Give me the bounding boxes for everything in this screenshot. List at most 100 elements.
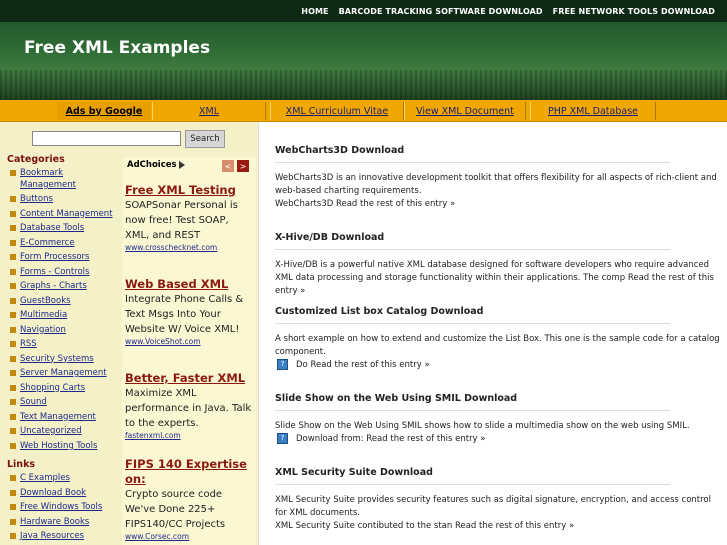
list-item: Web Hosting Tools bbox=[7, 440, 119, 453]
top-link-barcode[interactable]: BARCODE TRACKING SOFTWARE DOWNLOAD bbox=[339, 7, 543, 16]
ad-url[interactable]: www.crosschecknet.com bbox=[125, 243, 255, 253]
category-link[interactable]: Text Management bbox=[20, 411, 96, 424]
bullet-icon bbox=[10, 268, 16, 275]
category-link[interactable]: Content Management bbox=[20, 208, 113, 221]
categories-list: Bookmark Management Buttons Content Mana… bbox=[7, 167, 119, 452]
category-link[interactable]: Shopping Carts bbox=[20, 382, 85, 395]
ad-panel: AdChoices < > Free XML Testing SOAPSonar… bbox=[122, 157, 256, 545]
nav-xml[interactable]: XML bbox=[152, 102, 266, 120]
category-link[interactable]: Form Processors bbox=[20, 251, 89, 264]
list-item: C Examples bbox=[7, 472, 119, 485]
top-link-network-tools[interactable]: FREE NETWORK TOOLS DOWNLOAD bbox=[553, 7, 715, 16]
category-link[interactable]: Navigation bbox=[20, 324, 66, 337]
article-text[interactable]: XML Security Suite contibuted to the sta… bbox=[275, 520, 721, 533]
list-item: Server Management bbox=[7, 367, 119, 380]
bullet-icon bbox=[10, 489, 16, 496]
category-link[interactable]: E-Commerce bbox=[20, 237, 75, 250]
ad-title[interactable]: Web Based XML bbox=[125, 277, 255, 292]
sidebar-link[interactable]: Free Windows Tools bbox=[20, 501, 102, 514]
article-title[interactable]: X-Hive/DB Download bbox=[275, 232, 670, 250]
ad-next-button[interactable]: > bbox=[237, 160, 249, 172]
ad-title[interactable]: Free XML Testing bbox=[125, 183, 255, 198]
list-item: Uncategorized bbox=[7, 425, 119, 438]
bullet-icon bbox=[10, 399, 16, 405]
sidebar-link[interactable]: Download Book bbox=[20, 487, 86, 500]
article: Customized List box Catalog Download A s… bbox=[275, 306, 721, 372]
site-title[interactable]: Free XML Examples bbox=[24, 38, 210, 58]
category-link[interactable]: RSS bbox=[20, 338, 37, 351]
article: Slide Show on the Web Using SMIL Downloa… bbox=[275, 393, 721, 446]
bullet-icon bbox=[10, 210, 16, 217]
list-item: Java Resources bbox=[7, 530, 119, 543]
list-item: Buttons bbox=[7, 193, 119, 206]
article-text[interactable]: WebCharts3D Read the rest of this entry … bbox=[275, 198, 721, 211]
nav-view-xml-document[interactable]: View XML Document bbox=[404, 102, 526, 120]
list-item: Database Tools bbox=[7, 222, 119, 235]
category-link[interactable]: Graphs - Charts bbox=[20, 280, 87, 293]
article-body: WebCharts3D is an innovative development… bbox=[275, 172, 721, 211]
bullet-icon bbox=[10, 518, 16, 525]
sidebar-link[interactable]: C Examples bbox=[20, 472, 70, 485]
article-text: XML Security Suite provides security fea… bbox=[275, 495, 711, 518]
nav-xml-curriculum-vitae[interactable]: XML Curriculum Vitae bbox=[270, 102, 404, 120]
category-link[interactable]: Security Systems bbox=[20, 353, 94, 366]
nav-ads-by-google[interactable]: Ads by Google bbox=[57, 102, 151, 120]
list-item: E-Commerce bbox=[7, 237, 119, 250]
article-text: WebCharts3D is an innovative development… bbox=[275, 173, 717, 196]
bullet-icon bbox=[10, 533, 16, 539]
bullet-icon bbox=[10, 442, 16, 449]
bullet-icon bbox=[10, 341, 16, 347]
adchoices-icon bbox=[178, 160, 185, 169]
category-link[interactable]: Database Tools bbox=[20, 222, 84, 235]
article-text[interactable]: Download from: Read the rest of this ent… bbox=[296, 434, 486, 444]
nav-php-xml-database[interactable]: PHP XML Database bbox=[530, 102, 656, 120]
category-link[interactable]: Bookmark Management bbox=[20, 167, 119, 191]
list-item: Free Windows Tools bbox=[7, 501, 119, 514]
ad-url[interactable]: fastenxml.com bbox=[125, 431, 255, 441]
links-heading: Links bbox=[7, 459, 36, 470]
bullet-icon bbox=[10, 297, 16, 304]
sidebar-link[interactable]: Java Resources bbox=[20, 530, 84, 543]
category-link[interactable]: Uncategorized bbox=[20, 425, 82, 438]
article: X-Hive/DB Download X-Hive/DB is a powerf… bbox=[275, 232, 721, 298]
article-title[interactable]: XML Security Suite Download bbox=[275, 467, 670, 485]
search-button[interactable]: Search bbox=[185, 130, 225, 148]
bullet-icon bbox=[10, 384, 16, 391]
bullet-icon bbox=[10, 283, 16, 289]
category-link[interactable]: Web Hosting Tools bbox=[20, 440, 97, 453]
top-link-home[interactable]: HOME bbox=[301, 7, 328, 16]
adchoices-label[interactable]: AdChoices bbox=[127, 160, 185, 170]
category-link[interactable]: Buttons bbox=[20, 193, 53, 206]
category-link[interactable]: GuestBooks bbox=[20, 295, 71, 308]
adchoices-text: AdChoices bbox=[127, 160, 177, 170]
article-title[interactable]: Slide Show on the Web Using SMIL Downloa… bbox=[275, 393, 670, 411]
category-link[interactable]: Forms - Controls bbox=[20, 266, 89, 279]
article-icon-line: ? Download from: Read the rest of this en… bbox=[275, 433, 721, 446]
search-input[interactable] bbox=[32, 131, 181, 146]
bullet-icon bbox=[10, 239, 16, 246]
ad-url[interactable]: www.Corsec.com bbox=[125, 532, 255, 542]
ad-title[interactable]: Better, Faster XML bbox=[125, 371, 255, 386]
article-title[interactable]: WebCharts3D Download bbox=[275, 145, 670, 163]
article-body: Slide Show on the Web Using SMIL shows h… bbox=[275, 420, 721, 446]
article-body: A short example on how to extend and cus… bbox=[275, 333, 721, 372]
bullet-icon bbox=[10, 254, 16, 260]
category-link[interactable]: Server Management bbox=[20, 367, 107, 380]
ad-url[interactable]: www.VoiceShot.com bbox=[125, 337, 255, 347]
category-link[interactable]: Sound bbox=[20, 396, 47, 409]
sidebar-link[interactable]: Hardware Books bbox=[20, 516, 89, 529]
list-item: Bookmark Management bbox=[7, 167, 119, 191]
ad-unit: Free XML Testing SOAPSonar Personal is n… bbox=[125, 183, 255, 253]
list-item: Graphs - Charts bbox=[7, 280, 119, 293]
ad-title[interactable]: FIPS 140 Expertise on: bbox=[125, 457, 255, 487]
list-item: Forms - Controls bbox=[7, 266, 119, 279]
sidebar-left-column: Categories Bookmark Management Buttons C… bbox=[7, 154, 119, 545]
list-item: GuestBooks bbox=[7, 295, 119, 308]
ad-prev-button[interactable]: < bbox=[222, 160, 234, 172]
article-title[interactable]: Customized List box Catalog Download bbox=[275, 306, 670, 324]
ad-body: Integrate Phone Calls & Text Msgs Into Y… bbox=[125, 294, 244, 335]
bullet-icon bbox=[10, 355, 16, 362]
article-text[interactable]: Do Read the rest of this entry » bbox=[296, 360, 430, 370]
article: XML Security Suite Download XML Security… bbox=[275, 467, 721, 533]
category-link[interactable]: Multimedia bbox=[20, 309, 67, 322]
